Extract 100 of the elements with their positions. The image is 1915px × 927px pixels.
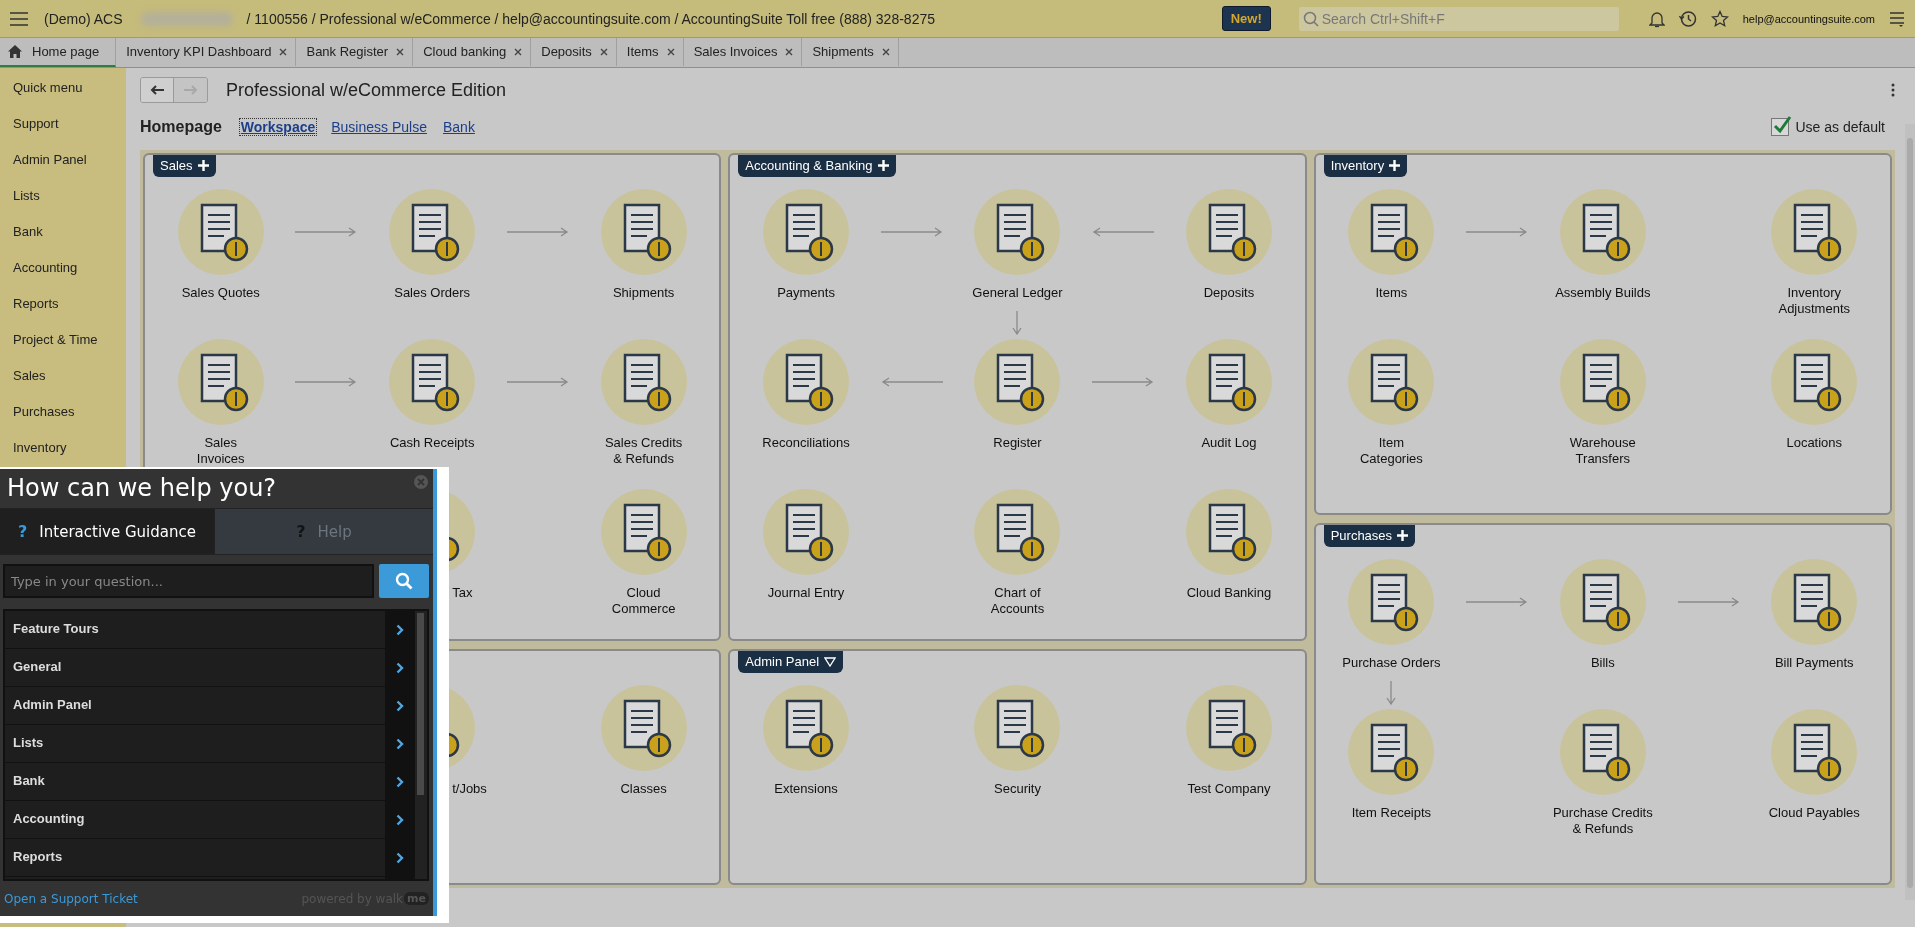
tile-label[interactable]: Inventory Adjustments bbox=[1778, 285, 1850, 317]
tile-label[interactable]: General Ledger bbox=[972, 285, 1063, 301]
tile-label[interactable]: Sales Credits & Refunds bbox=[604, 435, 683, 467]
sidebar-item[interactable]: Inventory bbox=[0, 430, 126, 466]
help-tab[interactable]: ? Interactive Guidance bbox=[0, 509, 215, 554]
sidebar-item[interactable]: Lists bbox=[0, 178, 126, 214]
tab[interactable]: Shipments bbox=[802, 38, 899, 67]
tab[interactable]: Deposits bbox=[531, 38, 617, 67]
document-icon[interactable] bbox=[1348, 559, 1435, 645]
tile-label[interactable]: Item Categories bbox=[1359, 435, 1423, 467]
document-icon[interactable] bbox=[763, 339, 850, 425]
document-icon[interactable] bbox=[389, 189, 476, 275]
tile-label[interactable]: Shipments bbox=[612, 285, 675, 301]
tile-label[interactable]: Bill Payments bbox=[1774, 655, 1854, 671]
tile-label[interactable]: Deposits bbox=[1203, 285, 1255, 301]
sidebar-item[interactable]: Admin Panel bbox=[0, 142, 126, 178]
tab[interactable]: Cloud banking bbox=[413, 38, 532, 67]
document-icon[interactable] bbox=[600, 685, 687, 771]
tile-label[interactable]: Locations bbox=[1786, 435, 1843, 451]
tab[interactable]: Bank Register bbox=[296, 38, 414, 67]
new-button[interactable]: New! bbox=[1221, 6, 1271, 31]
document-icon[interactable] bbox=[1185, 489, 1272, 575]
tab[interactable]: Sales Invoices bbox=[683, 38, 803, 67]
help-topic[interactable]: Accounting bbox=[5, 801, 415, 839]
star-icon[interactable] bbox=[1710, 9, 1729, 28]
document-icon[interactable] bbox=[974, 339, 1061, 425]
document-icon[interactable] bbox=[1348, 339, 1435, 425]
more-icon[interactable] bbox=[1891, 83, 1895, 97]
document-icon[interactable] bbox=[1771, 559, 1858, 645]
tile-label[interactable]: Chart of Accounts bbox=[990, 585, 1045, 617]
view-link[interactable]: Workspace bbox=[239, 119, 317, 135]
tab[interactable]: Inventory KPI Dashboard bbox=[116, 38, 297, 67]
sidebar-item[interactable]: Support bbox=[0, 106, 126, 142]
tile-label[interactable]: Purchase Credits & Refunds bbox=[1552, 805, 1653, 837]
panel-header[interactable]: Admin Panel bbox=[738, 651, 844, 673]
tile-label[interactable]: Register bbox=[993, 435, 1042, 451]
help-topic[interactable]: Feature Tours bbox=[5, 611, 415, 649]
bell-icon[interactable] bbox=[1648, 9, 1665, 28]
tile-label[interactable]: Item Receipts bbox=[1351, 805, 1432, 821]
sidebar-item[interactable]: Reports bbox=[0, 286, 126, 322]
tile-label[interactable]: Audit Log bbox=[1201, 435, 1257, 451]
sidebar-item[interactable]: Project & Time bbox=[0, 322, 126, 358]
sidebar-item[interactable]: Quick menu bbox=[0, 70, 126, 106]
search-button[interactable] bbox=[379, 564, 429, 598]
document-icon[interactable] bbox=[1559, 339, 1646, 425]
panel-header[interactable]: Accounting & Banking bbox=[738, 155, 896, 177]
tile-label[interactable]: Sales Invoices bbox=[196, 435, 245, 467]
tile-label[interactable]: Extensions bbox=[774, 781, 838, 797]
tile-label[interactable]: Test Company bbox=[1187, 781, 1271, 797]
document-icon[interactable] bbox=[177, 339, 264, 425]
document-icon[interactable] bbox=[763, 189, 850, 275]
scrollbar[interactable] bbox=[415, 611, 427, 879]
sidebar-item[interactable]: Sales bbox=[0, 358, 126, 394]
help-topic[interactable]: Admin Panel bbox=[5, 687, 415, 725]
tile-label[interactable]: Items bbox=[1375, 285, 1408, 301]
document-icon[interactable] bbox=[763, 685, 850, 771]
tile-label[interactable]: t/Jobs bbox=[452, 781, 487, 797]
document-icon[interactable] bbox=[600, 339, 687, 425]
close-icon[interactable] bbox=[666, 47, 675, 56]
help-topic[interactable]: Reports bbox=[5, 839, 415, 877]
close-icon[interactable] bbox=[396, 47, 405, 56]
history-icon[interactable] bbox=[1678, 9, 1697, 28]
tile-label[interactable]: Cash Receipts bbox=[389, 435, 475, 451]
document-icon[interactable] bbox=[600, 189, 687, 275]
document-icon[interactable] bbox=[1771, 339, 1858, 425]
tile-label[interactable]: Warehouse Transfers bbox=[1569, 435, 1636, 467]
document-icon[interactable] bbox=[389, 339, 476, 425]
close-icon[interactable] bbox=[514, 47, 523, 56]
tile-label[interactable]: Cloud Commerce bbox=[611, 585, 676, 617]
document-icon[interactable] bbox=[974, 489, 1061, 575]
document-icon[interactable] bbox=[1185, 685, 1272, 771]
help-topic[interactable]: General bbox=[5, 649, 415, 687]
tile-label[interactable]: Assembly Builds bbox=[1555, 285, 1651, 301]
support-link[interactable]: Open a Support Ticket bbox=[4, 891, 138, 906]
sidebar-item[interactable]: Purchases bbox=[0, 394, 126, 430]
document-icon[interactable] bbox=[974, 189, 1061, 275]
document-icon[interactable] bbox=[1348, 709, 1435, 795]
panel-header[interactable]: Inventory bbox=[1323, 155, 1408, 177]
tile-label[interactable]: Bills bbox=[1590, 655, 1615, 671]
help-topic[interactable]: Lists bbox=[5, 725, 415, 763]
document-icon[interactable] bbox=[763, 489, 850, 575]
tile-label[interactable]: Classes bbox=[620, 781, 667, 797]
tile-label[interactable]: Sales Quotes bbox=[181, 285, 260, 301]
document-icon[interactable] bbox=[1559, 189, 1646, 275]
document-icon[interactable] bbox=[600, 489, 687, 575]
tile-label[interactable]: Security bbox=[994, 781, 1041, 797]
tile-label[interactable]: Journal Entry bbox=[767, 585, 845, 601]
close-icon[interactable] bbox=[881, 47, 890, 56]
document-icon[interactable] bbox=[1559, 559, 1646, 645]
tile-label[interactable]: Cloud Banking bbox=[1186, 585, 1272, 601]
question-field[interactable]: Type in your question... bbox=[3, 564, 374, 598]
close-icon[interactable] bbox=[279, 47, 288, 56]
document-icon[interactable] bbox=[177, 189, 264, 275]
document-icon[interactable] bbox=[1771, 189, 1858, 275]
document-icon[interactable] bbox=[1559, 709, 1646, 795]
document-icon[interactable] bbox=[1185, 339, 1272, 425]
help-topic[interactable]: Bank bbox=[5, 763, 415, 801]
view-link[interactable]: Business Pulse bbox=[330, 119, 428, 135]
panel-header[interactable]: Purchases bbox=[1323, 525, 1416, 547]
tile-label[interactable]: Purchase Orders bbox=[1342, 655, 1441, 671]
